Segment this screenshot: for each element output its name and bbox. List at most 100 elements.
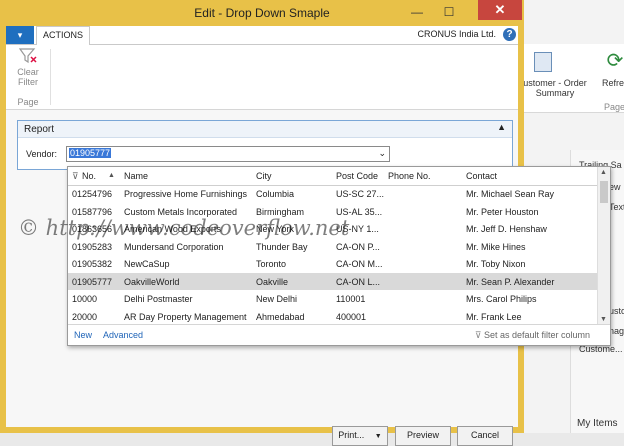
print-button[interactable]: Print... ▼ (332, 426, 388, 446)
cell-city: New Delhi (256, 294, 298, 304)
watermark: © http://www.codeoverflow.net (18, 216, 350, 240)
maximize-button[interactable]: ☐ (438, 2, 460, 22)
cell-contact: Mr. Toby Nixon (466, 259, 526, 269)
col-city[interactable]: City (256, 171, 272, 181)
ribbon-group-page: Page (17, 97, 39, 107)
cell-no: 01905283 (72, 241, 113, 252)
cell-post-code: US-SC 27... (336, 189, 385, 199)
preview-button[interactable]: Preview (395, 426, 451, 446)
table-row[interactable]: 01254796 Progressive Home Furnishings Colu… (68, 185, 598, 203)
order-summary-line2: Summary (535, 88, 575, 98)
cell-name: Mundersand Corporation (124, 241, 224, 252)
report-fasttab: Report ▲ Vendor: 01905777 ⌄ (17, 120, 513, 170)
cell-contact: Mr. Jeff D. Henshaw (466, 224, 547, 234)
my-items-title: My Items (577, 418, 618, 429)
order-summary-icon (534, 52, 552, 72)
close-button[interactable]: ✕ (478, 0, 522, 20)
app-menu-button[interactable]: ▾ (6, 26, 34, 44)
cell-no: 01587796 (72, 206, 113, 217)
filter-small-icon: ⊽ (474, 330, 484, 340)
vendor-lookup: ⊽ No. ▲ Name City Post Code Phone No. Co… (67, 166, 611, 346)
cell-name: OakvilleWorld (124, 276, 180, 287)
cell-no: 10000 (72, 294, 98, 304)
cell-no: 01905777 (72, 276, 113, 287)
cell-no: 01905382 (72, 259, 113, 269)
cancel-button[interactable]: Cancel (457, 426, 513, 446)
table-row[interactable]: 01905283 Mundersand Corporation Thunder Ba… (68, 238, 598, 256)
tab-actions[interactable]: ACTIONS (36, 26, 90, 45)
cell-name: Custom Metals Incorporated (124, 206, 238, 217)
lookup-header: ⊽ No. ▲ Name City Post Code Phone No. Co… (68, 167, 598, 186)
vendor-input[interactable]: 01905777 ⌄ (66, 146, 390, 162)
cell-post-code: CA-ON P... (336, 241, 380, 252)
collapse-icon[interactable]: ▲ (497, 122, 506, 132)
cell-name: Progressive Home Furnishings (124, 189, 248, 199)
cell-contact: Mrs. Carol Philips (466, 294, 537, 304)
help-icon[interactable]: ? (503, 28, 516, 41)
order-summary-button[interactable]: ustomer - Order Summary (520, 78, 590, 98)
lookup-scrollbar[interactable]: ▲ ▼ (597, 167, 610, 325)
chevron-down-icon[interactable]: ⌄ (378, 148, 386, 159)
cell-city: Ahmedabad (256, 311, 305, 322)
clear-filter-button[interactable]: Clear Filter (10, 47, 46, 87)
cell-contact: Mr. Peter Houston (466, 206, 539, 217)
cell-post-code: CA-ON L... (336, 276, 381, 287)
print-dropdown-icon: ▼ (374, 433, 382, 440)
cell-post-code: US-AL 35... (336, 206, 383, 217)
cell-contact: Mr. Frank Lee (466, 311, 522, 322)
table-row[interactable]: 01905382 NewCaSup Toronto CA-ON M... Mr. Tob… (68, 255, 598, 273)
vendor-label: Vendor: (26, 149, 58, 159)
cell-post-code: 110001 (336, 294, 366, 304)
cell-contact: Mr. Michael Sean Ray (466, 189, 555, 199)
minimize-button[interactable]: — (406, 2, 428, 22)
col-contact[interactable]: Contact (466, 171, 497, 181)
manage-short: nag (609, 326, 624, 336)
report-title: Report (24, 124, 55, 135)
filter-icon[interactable]: ⊽ (72, 171, 79, 182)
cell-contact: Mr. Mike Hines (466, 241, 526, 252)
cell-city: Birmingham (256, 206, 305, 217)
ribbon-divider (50, 49, 51, 105)
table-row[interactable]: 10000 Delhi Postmaster New Delhi 110001 Mrs.… (68, 290, 598, 308)
cell-name: NewCaSup (124, 259, 170, 269)
set-default-filter-label: Set as default filter column (483, 330, 590, 340)
cell-name: Delhi Postmaster (124, 294, 193, 304)
set-default-filter-link[interactable]: ⊽ Set as default filter column (475, 330, 590, 341)
table-row[interactable]: 01905777 OakvilleWorld Oakville CA-ON L... M… (68, 272, 598, 290)
table-row[interactable]: 20000 AR Day Property Management Ahmedabad… (68, 308, 598, 326)
order-summary-line1: ustomer - Order (523, 78, 587, 88)
background-ribbon: ustomer - Order Summary ⟳ Refre Page (520, 44, 624, 113)
cell-city: Oakville (256, 276, 289, 287)
sort-icon: ▲ (108, 172, 115, 179)
title-bar: Edit - Drop Down Smaple — ☐ ✕ (0, 0, 524, 26)
lookup-rows: 01254796 Progressive Home Furnishings Colu… (68, 185, 598, 325)
advanced-link[interactable]: Advanced (103, 330, 143, 340)
cell-name: AR Day Property Management (124, 311, 247, 322)
clear-filter-line2: Filter (18, 77, 38, 87)
cell-city: Thunder Bay (256, 241, 308, 252)
col-no[interactable]: No. (82, 171, 96, 181)
ribbon: Clear Filter Page (6, 45, 518, 110)
report-header[interactable]: Report ▲ (18, 121, 512, 138)
col-phone[interactable]: Phone No. (388, 171, 431, 181)
lookup-footer: New Advanced ⊽ Set as default filter col… (68, 324, 610, 345)
cell-city: Toronto (256, 259, 287, 269)
clear-filter-icon (18, 48, 37, 64)
cell-city: Columbia (256, 189, 295, 199)
scroll-thumb[interactable] (600, 181, 608, 203)
refresh-button[interactable]: Refre (602, 78, 624, 88)
scroll-down-icon[interactable]: ▼ (600, 316, 607, 323)
cell-post-code: 400001 (336, 311, 367, 322)
clear-filter-line1: Clear (17, 67, 39, 77)
col-post-code[interactable]: Post Code (336, 171, 378, 181)
vendor-value: 01905777 (69, 148, 112, 158)
text-short: Text (609, 202, 624, 212)
background-page-group: Page (604, 102, 624, 112)
cell-no: 01254796 (72, 189, 113, 199)
scroll-up-icon[interactable]: ▲ (600, 169, 607, 176)
cell-post-code: CA-ON M... (336, 259, 383, 269)
cell-contact: Mr. Sean P. Alexander (466, 276, 555, 287)
col-name[interactable]: Name (124, 171, 148, 181)
new-link[interactable]: New (74, 330, 92, 340)
tab-bar: ▾ ACTIONS CRONUS India Ltd. ? (6, 26, 518, 45)
